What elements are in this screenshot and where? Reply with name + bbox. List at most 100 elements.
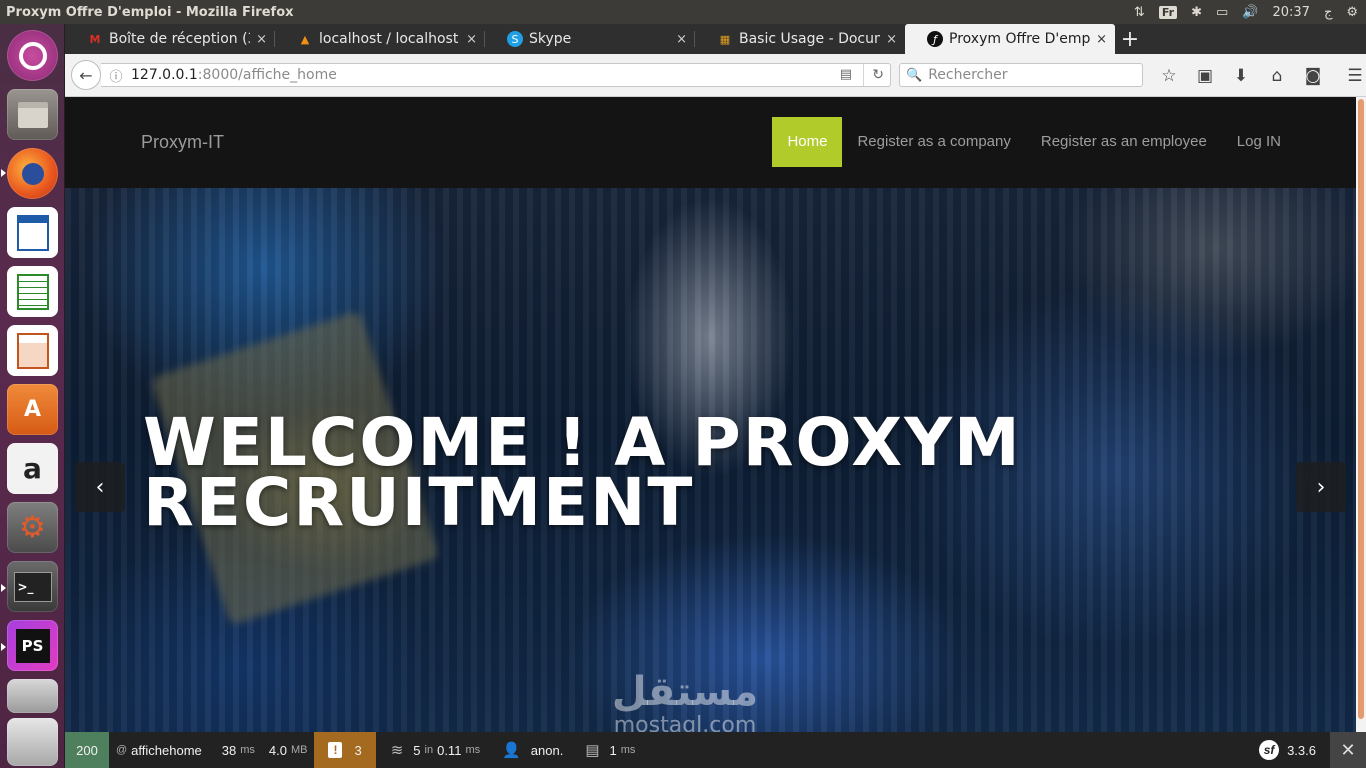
arrow-left-icon: ← [79, 65, 93, 85]
clock[interactable]: 20:37 [1272, 5, 1309, 20]
trash-icon[interactable] [7, 718, 58, 766]
system-settings-icon[interactable]: ⚙ [7, 502, 58, 553]
tab-label: Basic Usage - Documen [739, 31, 880, 47]
route-name: affichehome [131, 742, 202, 758]
database-layers-icon: ≋ [390, 742, 404, 759]
keyboard-layout-indicator[interactable]: Fr [1158, 5, 1178, 19]
new-tab-button[interactable]: + [1115, 24, 1145, 54]
firefox-running-pip [1, 169, 6, 177]
tab-label: Proxym Offre D'emploi [949, 31, 1091, 47]
render-unit: ms [620, 744, 636, 756]
phpmyadmin-icon: ▲ [300, 32, 310, 46]
time-item[interactable]: 38 ms [215, 732, 262, 768]
url-host: 127.0.0.1 [131, 67, 198, 83]
nav-register-company-link[interactable]: Register as a company [842, 117, 1025, 167]
pocket-icon[interactable]: ◙ [1295, 66, 1331, 86]
page-scrollbar-thumb[interactable] [1358, 99, 1364, 719]
security-user: anon. [530, 742, 564, 758]
search-input[interactable]: 🔍 Rechercher [899, 63, 1143, 87]
terminal-icon[interactable]: >_ [7, 561, 58, 612]
memory-value: 4.0 [268, 742, 287, 758]
volume-icon[interactable]: 🔊 [1242, 5, 1258, 20]
time-unit: ms [240, 744, 255, 756]
drive-icon[interactable] [7, 679, 58, 713]
template-icon: ▤ [585, 742, 600, 759]
ubuntu-dash-icon[interactable] [7, 30, 58, 81]
tab-skype[interactable]: S Skype × [485, 24, 695, 54]
software-center-icon[interactable]: A [7, 384, 58, 435]
battery-icon[interactable]: ▭ [1216, 5, 1228, 20]
tab-gmail[interactable]: M Boîte de réception (37 × [65, 24, 275, 54]
toolbar-right: sf 3.3.6 ✕ [1259, 732, 1366, 768]
files-icon[interactable] [7, 89, 58, 140]
back-button[interactable]: ← [71, 60, 101, 90]
tab-phpmyadmin[interactable]: ▲ localhost / localhost / p × [275, 24, 485, 54]
queries-count: 5 [413, 742, 421, 758]
firefox-icon[interactable] [7, 148, 58, 199]
close-icon[interactable]: × [886, 32, 897, 47]
warning-icon: ! [328, 742, 343, 758]
download-icon[interactable]: ⬇ [1223, 66, 1259, 86]
render-value: 1 [609, 742, 617, 758]
nav-register-employee-link[interactable]: Register as an employee [1026, 117, 1222, 167]
status-code-badge[interactable]: 200 [65, 732, 109, 768]
route-item[interactable]: @ affichehome [109, 732, 209, 768]
watermark-arabic: مستقل [611, 669, 759, 715]
tab-proxym[interactable]: ƒ Proxym Offre D'emploi × [905, 24, 1115, 54]
hero-headline-line2: RECRUITMENT [143, 464, 695, 541]
symfony-icon: ƒ [927, 31, 943, 47]
tab-label: Boîte de réception (37 [109, 31, 251, 47]
nav-login-link[interactable]: Log IN [1222, 117, 1296, 167]
amazon-icon[interactable]: a [7, 443, 58, 494]
hero-carousel: WELCOME ! A PROXYM RECRUITMENT ‹ › [65, 188, 1356, 732]
close-icon[interactable]: × [256, 32, 267, 47]
reload-icon[interactable]: ↻ [863, 64, 884, 86]
nav-home-link[interactable]: Home [772, 117, 843, 167]
symfony-version[interactable]: 3.3.6 [1287, 743, 1316, 758]
menu-icon[interactable]: ☰ [1337, 66, 1366, 86]
twig-item[interactable]: ▤ 1 ms [578, 732, 642, 768]
window-title: Proxym Offre D'emploi - Mozilla Firefox [6, 4, 294, 20]
network-icon[interactable]: ⇅ [1134, 5, 1145, 20]
bookmarks-list-icon[interactable]: ▣ [1187, 66, 1223, 86]
chevron-left-icon: ‹ [95, 474, 105, 500]
home-icon[interactable]: ⌂ [1259, 66, 1295, 86]
close-icon[interactable]: × [676, 32, 687, 47]
memory-item[interactable]: 4.0 MB [262, 732, 315, 768]
bookmark-star-icon[interactable]: ☆ [1151, 66, 1187, 86]
route-prefix: @ [116, 744, 128, 756]
toolbar-buttons: ☆ ▣ ⬇ ⌂ ◙ ☰ [1151, 54, 1366, 97]
phpstorm-icon[interactable]: PS [7, 620, 58, 671]
impress-icon[interactable] [7, 325, 58, 376]
carousel-prev-button[interactable]: ‹ [75, 462, 125, 512]
writer-icon[interactable] [7, 207, 58, 258]
tab-basic-usage[interactable]: ▦ Basic Usage - Documen × [695, 24, 905, 54]
warnings-item[interactable]: ! 3 [314, 732, 376, 768]
site-menu: Home Register as a company Register as a… [772, 117, 1296, 167]
carousel-next-button[interactable]: › [1296, 462, 1346, 512]
url-path: :8000/affiche_home [197, 67, 337, 83]
warnings-count: 3 [354, 742, 362, 758]
close-icon: ✕ [1340, 739, 1356, 760]
site-navbar: Proxym-IT Home Register as a company Reg… [65, 97, 1356, 188]
doctrine-item[interactable]: ≋ 5 in 0.11 ms [384, 732, 487, 768]
time-value: 38 [221, 742, 237, 758]
url-bar[interactable]: ⓘ 127.0.0.1:8000/affiche_home ▤ ↻ [101, 63, 891, 87]
launcher: A a ⚙ >_ PS [0, 24, 65, 768]
queries-unit: ms [465, 744, 481, 756]
memory-unit: MB [290, 744, 308, 756]
toolbar-close-button[interactable]: ✕ [1330, 732, 1366, 768]
calc-icon[interactable] [7, 266, 58, 317]
site-brand[interactable]: Proxym-IT [141, 97, 224, 188]
user-indicator[interactable]: ج [1324, 5, 1332, 20]
bluetooth-icon[interactable]: ✱ [1191, 5, 1202, 20]
phpstorm-running-pip [1, 643, 6, 651]
close-icon[interactable]: × [466, 32, 477, 47]
reader-view-icon[interactable]: ▤ [840, 67, 852, 82]
navigation-toolbar: ← ⓘ 127.0.0.1:8000/affiche_home ▤ ↻ 🔍 Re… [65, 54, 1366, 97]
gear-icon[interactable]: ⚙ [1346, 5, 1358, 20]
security-item[interactable]: 👤 anon. [495, 732, 570, 768]
system-indicators: ⇅ Fr ✱ ▭ 🔊 20:37 ج ⚙ [1134, 0, 1358, 24]
close-icon[interactable]: × [1096, 32, 1107, 47]
info-icon[interactable]: ⓘ [107, 66, 125, 85]
